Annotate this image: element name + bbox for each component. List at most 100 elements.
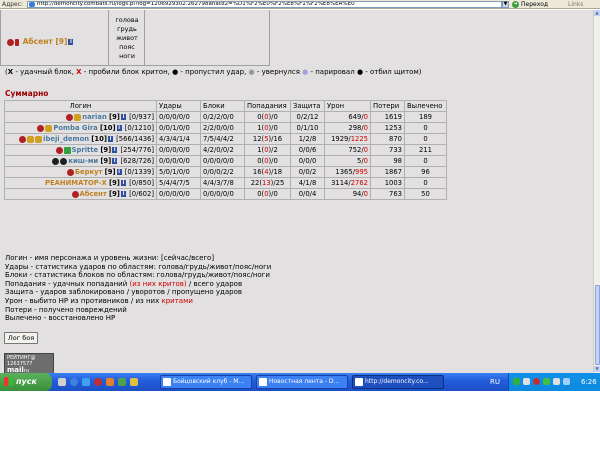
- quicklaunch-media-icon[interactable]: [82, 378, 90, 386]
- tray-icon[interactable]: [533, 378, 540, 385]
- player-name[interactable]: Беркут: [75, 168, 103, 176]
- info-icon[interactable]: i: [112, 147, 118, 153]
- cell-login: narian [9] i [0/937]: [4, 111, 157, 123]
- cell-pops: 0(0)/0: [244, 111, 291, 123]
- player-name[interactable]: ibeji_demon: [43, 135, 89, 143]
- cell-blocks: 4/4/3/7/8: [200, 177, 245, 189]
- cell-login: Абсент [9] i [0/602]: [4, 188, 157, 200]
- info-icon[interactable]: i: [116, 169, 122, 175]
- zone-belly: живот: [116, 34, 138, 42]
- tray-icon[interactable]: [523, 378, 530, 385]
- pop-crits: 0: [264, 157, 269, 165]
- quicklaunch-app-icon[interactable]: [106, 378, 114, 386]
- info-icon[interactable]: i: [116, 125, 122, 131]
- quicklaunch-app-icon[interactable]: [118, 378, 126, 386]
- rating-counter[interactable]: РЕЙТИНГ@ 12637577 mailru: [4, 353, 54, 373]
- cell-defense: 0/1/10: [290, 122, 325, 134]
- player-hp: [628/726]: [120, 157, 154, 165]
- address-bar: Адрес: http://demoncity.combats.ru/logs.…: [0, 0, 600, 9]
- player-name-top[interactable]: Абсент [9] i: [7, 37, 74, 46]
- player-level: [9]: [108, 190, 120, 198]
- legend-text: - пропустил удар,: [178, 68, 249, 76]
- player-level: [10]: [91, 135, 107, 143]
- tray-icon[interactable]: [543, 378, 550, 385]
- table-row: narian [9] i [0/937] 0/0/0/0/0 0/2/2/0/0 0(0…: [4, 111, 447, 123]
- tray-icon[interactable]: [553, 378, 560, 385]
- stats-body: narian [9] i [0/937] 0/0/0/0/0 0/2/2/0/0 0(0…: [4, 111, 447, 200]
- pop-crits: 0: [264, 190, 269, 198]
- pop-hits: 0: [257, 157, 262, 165]
- quicklaunch-ie-icon[interactable]: [70, 378, 78, 386]
- pop-hits: 1: [257, 124, 262, 132]
- pop-crits: 4: [264, 168, 269, 176]
- quicklaunch-desktop-icon[interactable]: [58, 378, 66, 386]
- pop-total: 2: [273, 146, 278, 154]
- task-news[interactable]: Новостная лента - D...: [256, 375, 348, 389]
- clan-icon: [19, 135, 27, 143]
- cell-healed: 96: [404, 166, 447, 178]
- pop-hits: 12: [252, 135, 262, 143]
- windows-logo-icon: [4, 377, 13, 386]
- scroll-down-icon[interactable]: ▼: [594, 366, 600, 372]
- clan-icon: [45, 124, 53, 132]
- cell-pops: 0(0)/0: [244, 155, 291, 167]
- quicklaunch-app-icon[interactable]: [130, 378, 138, 386]
- links-button[interactable]: Links: [568, 0, 583, 9]
- task-demoncity[interactable]: http://demoncity.co...: [352, 375, 444, 389]
- scroll-thumb[interactable]: [595, 285, 600, 365]
- address-label: Адрес:: [2, 1, 24, 8]
- legend-line: (X - удачный блок, X - пробили блок крит…: [5, 68, 421, 76]
- pop-crits: 0: [264, 124, 269, 132]
- divider: [144, 10, 145, 66]
- info-icon[interactable]: i: [68, 39, 74, 45]
- divider: [108, 10, 109, 66]
- cell-pops: 12(5)/16: [244, 133, 291, 145]
- summary-title: Суммарно: [5, 89, 49, 98]
- player-level: [9]: [100, 157, 112, 165]
- clan-icon: [74, 113, 82, 121]
- info-icon[interactable]: i: [120, 180, 126, 186]
- info-icon[interactable]: i: [120, 114, 126, 120]
- info-icon[interactable]: i: [112, 158, 118, 164]
- url-dropdown-icon[interactable]: ▼: [502, 1, 509, 8]
- player-name[interactable]: РЕАНИМАТОР-Х: [45, 179, 107, 187]
- player-level: [9]: [108, 113, 120, 121]
- note-defense: Защита - ударов заблокировано / уворотов…: [5, 288, 242, 297]
- scroll-up-icon[interactable]: ▲: [594, 10, 600, 16]
- screen: Адрес: http://demoncity.combats.ru/logs.…: [0, 0, 600, 450]
- note-text: Попадания - удачных попаданий: [5, 279, 130, 288]
- cell-healed: 189: [404, 111, 447, 123]
- battle-log-button[interactable]: Лог боя: [4, 332, 38, 344]
- pop-hits: 1: [257, 146, 262, 154]
- start-button[interactable]: пуск: [0, 373, 52, 391]
- cell-defense: 4/1/8: [290, 177, 325, 189]
- info-icon[interactable]: i: [107, 136, 113, 142]
- player-name[interactable]: narian: [82, 113, 107, 121]
- table-row: Абсент [9] i [0/602] 0/0/0/0/0 0/0/0/0/0 0(0…: [4, 188, 447, 200]
- url-field[interactable]: http://demoncity.combats.ru/logs.pl?log=…: [27, 1, 502, 8]
- task-label: Бойцовский клуб - М...: [173, 378, 245, 385]
- table-row: Spritte [9] i [254/776] 0/0/0/0/0 4/2/0/0/2…: [4, 144, 447, 156]
- player-name[interactable]: Абсент: [80, 190, 107, 198]
- quicklaunch-game-icon[interactable]: [94, 378, 102, 386]
- player-name[interactable]: Pomba Gira: [53, 124, 97, 132]
- note-text: / всего ударов: [186, 279, 243, 288]
- player-name[interactable]: Spritte: [72, 146, 99, 154]
- damage-total: 752: [348, 146, 362, 154]
- tray-icon[interactable]: [513, 378, 520, 385]
- cell-blocks: 7/5/4/4/2: [200, 133, 245, 145]
- go-button[interactable]: ➜ Переход: [512, 0, 548, 9]
- info-icon[interactable]: i: [120, 191, 126, 197]
- ie-page-icon: [29, 2, 35, 7]
- vertical-scrollbar[interactable]: ▲ ▼: [593, 10, 600, 373]
- language-indicator[interactable]: RU: [490, 373, 500, 391]
- note-damage: Урон - выбито HP из противников / из них…: [5, 297, 271, 306]
- tray-icon[interactable]: [563, 378, 570, 385]
- player-name[interactable]: киш-ми: [68, 157, 98, 165]
- cell-hits: 0/0/1/0/0: [156, 122, 201, 134]
- clan-icon: [27, 135, 35, 143]
- cell-hits: 0/0/0/0/0: [156, 188, 201, 200]
- note-hits: Удары - статистика ударов по областям: г…: [5, 262, 272, 271]
- player-hp: [0/602]: [129, 190, 154, 198]
- task-fightclub[interactable]: Бойцовский клуб - М...: [160, 375, 252, 389]
